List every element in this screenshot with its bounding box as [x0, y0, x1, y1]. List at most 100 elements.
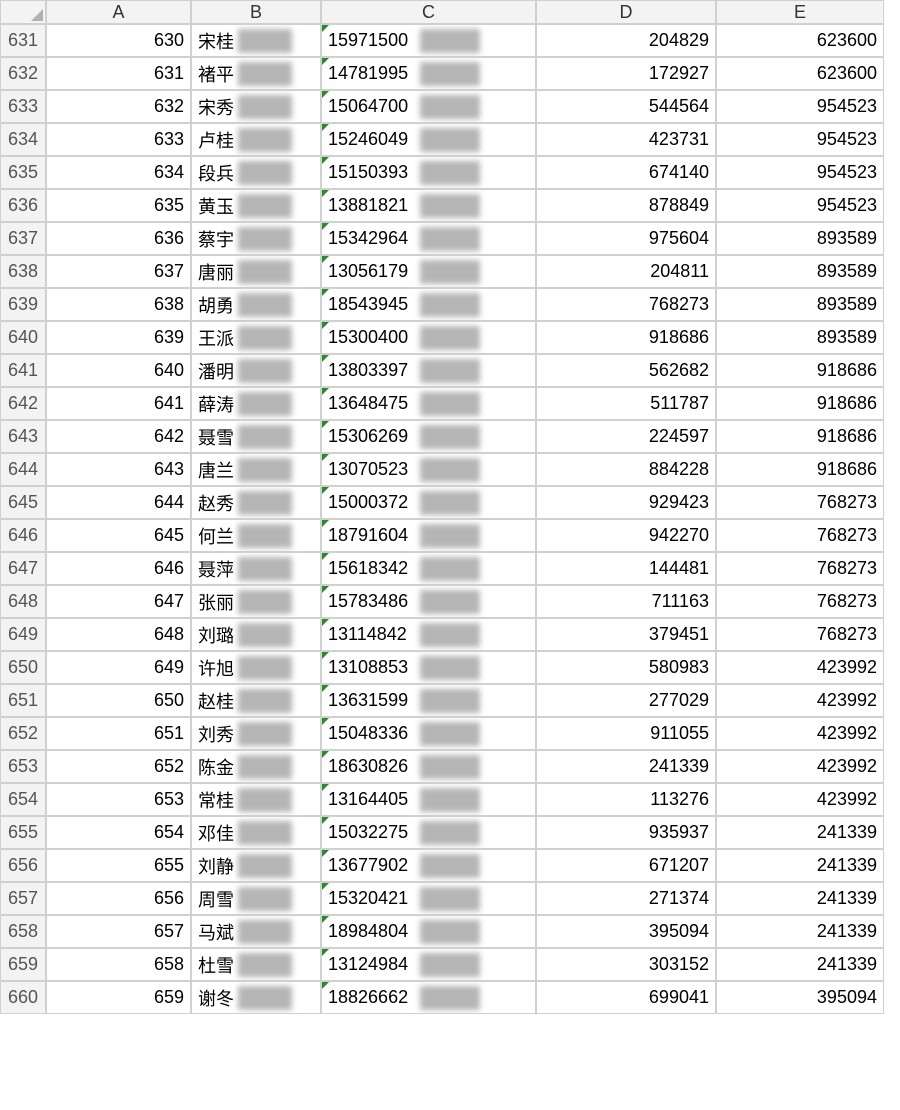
cell-D[interactable]: 878849 — [536, 189, 716, 222]
cell-B[interactable]: 邓佳 — [191, 816, 321, 849]
row-header[interactable]: 640 — [0, 321, 46, 354]
cell-D[interactable]: 224597 — [536, 420, 716, 453]
cell-D[interactable]: 395094 — [536, 915, 716, 948]
cell-A[interactable]: 655 — [46, 849, 191, 882]
cell-D[interactable]: 929423 — [536, 486, 716, 519]
cell-D[interactable]: 911055 — [536, 717, 716, 750]
cell-B[interactable]: 王派 — [191, 321, 321, 354]
select-all-corner[interactable] — [0, 0, 46, 24]
cell-C[interactable]: 15246049 — [321, 123, 536, 156]
cell-B[interactable]: 褚平 — [191, 57, 321, 90]
col-header-D[interactable]: D — [536, 0, 716, 24]
cell-A[interactable]: 648 — [46, 618, 191, 651]
cell-E[interactable]: 768273 — [716, 519, 884, 552]
cell-C[interactable]: 13124984 — [321, 948, 536, 981]
cell-C[interactable]: 18543945 — [321, 288, 536, 321]
col-header-C[interactable]: C — [321, 0, 536, 24]
cell-E[interactable]: 623600 — [716, 57, 884, 90]
cell-A[interactable]: 653 — [46, 783, 191, 816]
cell-E[interactable]: 768273 — [716, 618, 884, 651]
cell-B[interactable]: 刘静 — [191, 849, 321, 882]
cell-D[interactable]: 935937 — [536, 816, 716, 849]
cell-E[interactable]: 768273 — [716, 585, 884, 618]
cell-B[interactable]: 宋桂 — [191, 24, 321, 57]
row-header[interactable]: 651 — [0, 684, 46, 717]
cell-B[interactable]: 谢冬 — [191, 981, 321, 1014]
cell-C[interactable]: 15320421 — [321, 882, 536, 915]
cell-E[interactable]: 241339 — [716, 915, 884, 948]
cell-B[interactable]: 黄玉 — [191, 189, 321, 222]
cell-A[interactable]: 630 — [46, 24, 191, 57]
cell-B[interactable]: 刘璐 — [191, 618, 321, 651]
cell-D[interactable]: 562682 — [536, 354, 716, 387]
cell-E[interactable]: 893589 — [716, 321, 884, 354]
row-header[interactable]: 653 — [0, 750, 46, 783]
cell-D[interactable]: 379451 — [536, 618, 716, 651]
cell-A[interactable]: 635 — [46, 189, 191, 222]
cell-C[interactable]: 13114842 — [321, 618, 536, 651]
col-header-B[interactable]: B — [191, 0, 321, 24]
cell-D[interactable]: 277029 — [536, 684, 716, 717]
cell-A[interactable]: 659 — [46, 981, 191, 1014]
cell-B[interactable]: 卢桂 — [191, 123, 321, 156]
cell-A[interactable]: 642 — [46, 420, 191, 453]
cell-B[interactable]: 赵桂 — [191, 684, 321, 717]
cell-C[interactable]: 15342964 — [321, 222, 536, 255]
cell-E[interactable]: 918686 — [716, 354, 884, 387]
cell-C[interactable]: 15000372 — [321, 486, 536, 519]
row-header[interactable]: 634 — [0, 123, 46, 156]
cell-D[interactable]: 172927 — [536, 57, 716, 90]
cell-E[interactable]: 954523 — [716, 90, 884, 123]
cell-B[interactable]: 宋秀 — [191, 90, 321, 123]
cell-A[interactable]: 636 — [46, 222, 191, 255]
cell-E[interactable]: 241339 — [716, 882, 884, 915]
row-header[interactable]: 642 — [0, 387, 46, 420]
cell-C[interactable]: 13164405 — [321, 783, 536, 816]
cell-B[interactable]: 聂雪 — [191, 420, 321, 453]
cell-C[interactable]: 13056179 — [321, 255, 536, 288]
cell-A[interactable]: 656 — [46, 882, 191, 915]
cell-C[interactable]: 15048336 — [321, 717, 536, 750]
cell-B[interactable]: 杜雪 — [191, 948, 321, 981]
cell-E[interactable]: 954523 — [716, 189, 884, 222]
row-header[interactable]: 654 — [0, 783, 46, 816]
cell-A[interactable]: 649 — [46, 651, 191, 684]
row-header[interactable]: 650 — [0, 651, 46, 684]
cell-C[interactable]: 18984804 — [321, 915, 536, 948]
row-header[interactable]: 637 — [0, 222, 46, 255]
row-header[interactable]: 645 — [0, 486, 46, 519]
row-header[interactable]: 646 — [0, 519, 46, 552]
row-header[interactable]: 639 — [0, 288, 46, 321]
cell-D[interactable]: 303152 — [536, 948, 716, 981]
cell-A[interactable]: 643 — [46, 453, 191, 486]
cell-D[interactable]: 580983 — [536, 651, 716, 684]
row-header[interactable]: 658 — [0, 915, 46, 948]
cell-D[interactable]: 423731 — [536, 123, 716, 156]
cell-E[interactable]: 954523 — [716, 156, 884, 189]
cell-D[interactable]: 204829 — [536, 24, 716, 57]
row-header[interactable]: 632 — [0, 57, 46, 90]
cell-B[interactable]: 何兰 — [191, 519, 321, 552]
cell-A[interactable]: 641 — [46, 387, 191, 420]
cell-E[interactable]: 918686 — [716, 453, 884, 486]
cell-A[interactable]: 657 — [46, 915, 191, 948]
cell-C[interactable]: 18630826 — [321, 750, 536, 783]
cell-B[interactable]: 薛涛 — [191, 387, 321, 420]
cell-B[interactable]: 赵秀 — [191, 486, 321, 519]
cell-E[interactable]: 241339 — [716, 849, 884, 882]
row-header[interactable]: 660 — [0, 981, 46, 1014]
cell-A[interactable]: 646 — [46, 552, 191, 585]
cell-B[interactable]: 周雪 — [191, 882, 321, 915]
cell-B[interactable]: 唐兰 — [191, 453, 321, 486]
cell-D[interactable]: 942270 — [536, 519, 716, 552]
cell-A[interactable]: 639 — [46, 321, 191, 354]
cell-C[interactable]: 13631599 — [321, 684, 536, 717]
cell-E[interactable]: 423992 — [716, 750, 884, 783]
cell-D[interactable]: 768273 — [536, 288, 716, 321]
cell-E[interactable]: 768273 — [716, 552, 884, 585]
cell-E[interactable]: 395094 — [716, 981, 884, 1014]
cell-A[interactable]: 640 — [46, 354, 191, 387]
cell-B[interactable]: 段兵 — [191, 156, 321, 189]
cell-C[interactable]: 13070523 — [321, 453, 536, 486]
row-header[interactable]: 635 — [0, 156, 46, 189]
